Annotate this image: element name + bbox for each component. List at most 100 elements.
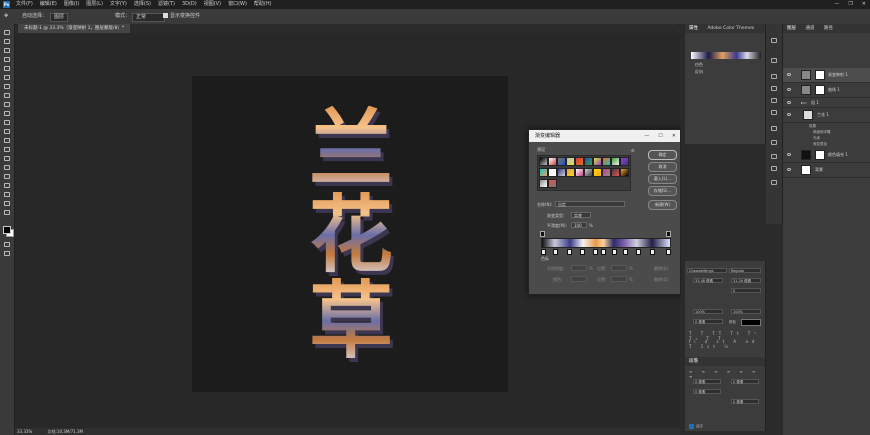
gradient-preview-bar[interactable] — [541, 238, 671, 248]
indent-right-field[interactable]: 0 像素 — [731, 379, 759, 384]
gradient-preset-swatch[interactable] — [539, 179, 548, 188]
leading-field[interactable]: 31.29 像素 — [731, 278, 761, 283]
gradient-preset-swatch[interactable] — [611, 157, 620, 166]
effect-bevel[interactable]: 斜面和浮雕 — [813, 130, 831, 135]
gradient-preset-swatch[interactable] — [566, 157, 575, 166]
auto-select-dropdown[interactable]: 图层 — [50, 13, 69, 22]
tab-paths[interactable]: 路径 — [824, 26, 833, 31]
document-canvas[interactable]: 兰 兰 花 花 草 草 — [192, 76, 508, 392]
stamp-tool-icon[interactable] — [4, 102, 10, 107]
more-tools-icon[interactable] — [4, 210, 10, 215]
visibility-eye-icon[interactable] — [787, 113, 791, 116]
tab-color-themes[interactable]: Adobe Color Themes — [707, 26, 754, 31]
gradient-preset-swatch[interactable] — [557, 157, 566, 166]
color-stop[interactable] — [593, 249, 598, 255]
move-tool-icon[interactable]: ✥ — [4, 13, 8, 20]
gradient-preset-swatch[interactable] — [602, 157, 611, 166]
menu-type[interactable]: 文字(Y) — [110, 0, 127, 9]
close-button[interactable]: ✕ — [862, 0, 866, 9]
zoom-tool-icon[interactable] — [4, 201, 10, 206]
foreground-color-swatch[interactable] — [3, 226, 11, 234]
color-stop[interactable] — [580, 249, 585, 255]
menu-help[interactable]: 帮助(H) — [254, 0, 272, 9]
gradient-preset-swatch[interactable] — [620, 168, 629, 177]
gradient-map-preview[interactable] — [691, 52, 761, 59]
dialog-maximize-button[interactable]: ☐ — [658, 130, 662, 142]
gradient-preset-swatch[interactable] — [539, 157, 548, 166]
shape-tool-icon[interactable] — [4, 183, 10, 188]
document-tab[interactable]: 未标题-1 @ 33.3%（渐变映射 1，图层蒙版/8）* — [18, 24, 131, 33]
gradient-preset-swatch[interactable] — [548, 168, 557, 177]
menu-layer[interactable]: 图层(L) — [86, 0, 103, 9]
layer-group-row[interactable]: ▸▭ 组 1 — [783, 98, 870, 108]
pen-tool-icon[interactable] — [4, 156, 10, 161]
font-family-dropdown[interactable]: Chaoweifengs — [687, 268, 727, 273]
color-stop[interactable] — [666, 249, 671, 255]
color-panel-icon[interactable] — [771, 74, 777, 79]
load-button[interactable]: 载入(L)... — [648, 174, 677, 184]
visibility-eye-icon[interactable] — [787, 153, 791, 156]
color-stop[interactable] — [601, 249, 606, 255]
menu-filter[interactable]: 滤镜(T) — [158, 0, 175, 9]
quick-select-tool-icon[interactable] — [4, 57, 10, 62]
info-panel-icon[interactable] — [771, 180, 777, 185]
menu-image[interactable]: 图像(I) — [64, 0, 79, 9]
menu-3d[interactable]: 3D(D) — [182, 0, 197, 9]
minimize-button[interactable]: — — [834, 0, 839, 9]
opacity-field[interactable] — [571, 265, 587, 271]
color-stop[interactable] — [650, 249, 655, 255]
tab-properties[interactable]: 属性 — [689, 26, 698, 31]
history-brush-tool-icon[interactable] — [4, 111, 10, 116]
actions-panel-icon[interactable] — [771, 58, 777, 63]
gradient-preset-swatch[interactable] — [584, 157, 593, 166]
save-button[interactable]: 存储(S)... — [648, 186, 677, 196]
cancel-button[interactable]: 取消 — [648, 162, 677, 172]
color-stop[interactable] — [623, 249, 628, 255]
paragraph-panel-icon[interactable] — [771, 166, 777, 171]
gradient-preset-swatch[interactable] — [584, 168, 593, 177]
gradient-preset-swatch[interactable] — [611, 168, 620, 177]
reverse-checkbox-label[interactable]: 反向 — [695, 69, 703, 75]
horizontal-scale-field[interactable]: 100% — [731, 309, 761, 314]
dialog-title-bar[interactable]: 渐变编辑器 — ☐ ✕ — [529, 130, 680, 142]
brush-tool-icon[interactable] — [4, 93, 10, 98]
tab-layers[interactable]: 图层 — [787, 26, 796, 31]
gradient-preset-swatch[interactable] — [602, 168, 611, 177]
font-size-field[interactable]: 33.48 像素 — [693, 278, 723, 283]
gradient-preset-swatch[interactable] — [575, 168, 584, 177]
marquee-tool-icon[interactable] — [4, 39, 10, 44]
vertical-scale-field[interactable]: 100% — [693, 309, 723, 314]
dialog-minimize-button[interactable]: — — [644, 130, 649, 142]
opacity-delete-button[interactable]: 删除(D) — [654, 266, 668, 272]
color-stop[interactable] — [553, 249, 558, 255]
indent-left-field[interactable]: 0 像素 — [693, 379, 721, 384]
gradient-tool-icon[interactable] — [4, 129, 10, 134]
alignment-buttons[interactable]: ≡ ≡ ≡ ≡ ≡ ≡ ≡ — [689, 369, 761, 379]
visibility-eye-icon[interactable] — [787, 88, 791, 91]
menu-edit[interactable]: 编辑(E) — [40, 0, 57, 9]
blur-tool-icon[interactable] — [4, 138, 10, 143]
text-color-swatch[interactable] — [741, 319, 761, 326]
adjustments-panel-icon[interactable] — [771, 98, 777, 103]
menu-select[interactable]: 选择(S) — [134, 0, 151, 9]
dodge-tool-icon[interactable] — [4, 147, 10, 152]
menu-view[interactable]: 视图(V) — [204, 0, 221, 9]
mode-dropdown[interactable]: 正常 — [132, 13, 165, 22]
effect-satin[interactable]: 光泽 — [813, 136, 820, 141]
gradient-preset-swatch[interactable] — [539, 168, 548, 177]
crop-tool-icon[interactable] — [4, 66, 10, 71]
gradient-preset-swatch[interactable] — [575, 157, 584, 166]
styles-panel-icon[interactable] — [771, 110, 777, 115]
menu-file[interactable]: 文件(F) — [16, 0, 33, 9]
gradient-preset-swatch[interactable] — [593, 157, 602, 166]
dither-checkbox-label[interactable]: 仿色 — [695, 62, 703, 68]
layer-row[interactable]: 兰花 1 — [783, 108, 870, 123]
space-before-field[interactable]: 0 像素 — [693, 389, 721, 394]
gradient-type-dropdown[interactable]: 实底 — [571, 212, 591, 218]
gradient-preset-swatch[interactable] — [566, 168, 575, 177]
hyphenate-checkbox[interactable]: 连字 — [689, 424, 703, 430]
opentype-buttons[interactable]: fi ơ st A ad T 1st ½ — [689, 339, 761, 349]
type-tool-icon[interactable] — [4, 165, 10, 170]
brushes-panel-icon[interactable] — [771, 126, 777, 131]
gradient-preset-swatch[interactable] — [593, 168, 602, 177]
